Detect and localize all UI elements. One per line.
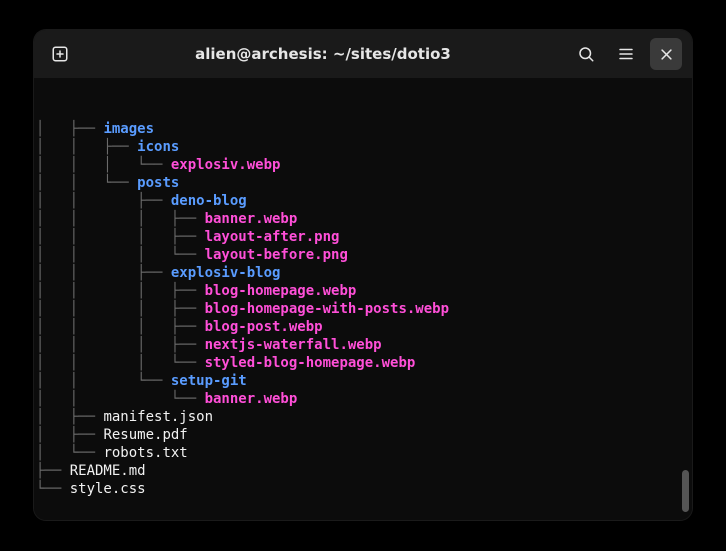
close-button[interactable]	[650, 38, 682, 70]
tree-file-name: robots.txt	[103, 444, 187, 462]
tree-dir-name: images	[103, 120, 154, 138]
tree-branch-glyph: │ │ │ ├──	[36, 300, 205, 318]
tree-line: │ │ │ └── explosiv.webp	[36, 156, 690, 174]
tree-line: │ │ │ ├── layout-after.png	[36, 228, 690, 246]
tree-branch-glyph: │ ├──	[36, 408, 103, 426]
tree-image-name: blog-homepage.webp	[205, 282, 357, 300]
tree-dir-name: setup-git	[171, 372, 247, 390]
menu-button[interactable]	[610, 38, 642, 70]
tree-branch-glyph: │ │ │ └──	[36, 246, 205, 264]
tree-branch-glyph: │ ├──	[36, 120, 103, 138]
tree-line: │ │ └── banner.webp	[36, 390, 690, 408]
tree-branch-glyph: │ │ ├──	[36, 192, 171, 210]
tree-line: │ ├── Resume.pdf	[36, 426, 690, 444]
terminal-output: │ ├── images│ │ ├── icons│ │ │ └── explo…	[34, 78, 692, 520]
tree-branch-glyph: └──	[36, 480, 70, 498]
search-icon	[577, 45, 595, 63]
new-tab-button[interactable]	[44, 38, 76, 70]
tree-branch-glyph: │ │ │ ├──	[36, 228, 205, 246]
plus-square-icon	[51, 45, 69, 63]
tree-dir-name: icons	[137, 138, 179, 156]
tree-line: │ ├── images	[36, 120, 690, 138]
tree-branch-glyph: │ ├──	[36, 426, 103, 444]
hamburger-icon	[617, 45, 635, 63]
tree-line: │ │ │ ├── blog-homepage.webp	[36, 282, 690, 300]
close-icon	[659, 47, 674, 62]
tree-file-name: README.md	[70, 462, 146, 480]
tree-line: │ │ ├── explosiv-blog	[36, 264, 690, 282]
tree-line: │ │ │ └── layout-before.png	[36, 246, 690, 264]
tree-file-name: manifest.json	[103, 408, 213, 426]
tree-branch-glyph: │ │ ├──	[36, 264, 171, 282]
tree-line: └── style.css	[36, 480, 690, 498]
titlebar: alien@archesis: ~/sites/dotio3	[34, 30, 692, 78]
tree-dir-name: posts	[137, 174, 179, 192]
tree-image-name: styled-blog-homepage.webp	[205, 354, 416, 372]
tree-branch-glyph: │ │ │ ├──	[36, 282, 205, 300]
tree-image-name: layout-before.png	[205, 246, 348, 264]
tree-branch-glyph: │ │ ├──	[36, 138, 137, 156]
tree-line: │ │ └── posts	[36, 174, 690, 192]
tree-dir-name: deno-blog	[171, 192, 247, 210]
tree-line: │ │ │ ├── blog-post.webp	[36, 318, 690, 336]
tree-file-name: Resume.pdf	[103, 426, 187, 444]
tree-line: │ │ │ ├── nextjs-waterfall.webp	[36, 336, 690, 354]
tree-line: │ ├── manifest.json	[36, 408, 690, 426]
tree-line: │ │ │ └── styled-blog-homepage.webp	[36, 354, 690, 372]
tree-line: │ └── robots.txt	[36, 444, 690, 462]
tree-file-name: style.css	[70, 480, 146, 498]
tree-image-name: explosiv.webp	[171, 156, 281, 174]
search-button[interactable]	[570, 38, 602, 70]
scrollbar-thumb[interactable]	[682, 470, 689, 512]
tree-branch-glyph: │ │ │ ├──	[36, 318, 205, 336]
tree-branch-glyph: │ └──	[36, 444, 103, 462]
tree-line: │ │ │ ├── banner.webp	[36, 210, 690, 228]
tree-line: │ │ ├── icons	[36, 138, 690, 156]
tree-branch-glyph: │ │ └──	[36, 390, 205, 408]
tree-branch-glyph: │ │ │ └──	[36, 156, 171, 174]
window-title: alien@archesis: ~/sites/dotio3	[84, 45, 562, 63]
tree-dir-name: explosiv-blog	[171, 264, 281, 282]
tree-branch-glyph: │ │ └──	[36, 174, 137, 192]
terminal-window: alien@archesis: ~/sites/dotio3 │ ├── ima…	[34, 30, 692, 520]
tree-image-name: blog-homepage-with-posts.webp	[205, 300, 449, 318]
tree-line: │ │ ├── deno-blog	[36, 192, 690, 210]
terminal-viewport[interactable]: │ ├── images│ │ ├── icons│ │ │ └── explo…	[34, 78, 692, 520]
tree-image-name: banner.webp	[205, 210, 298, 228]
tree-branch-glyph: │ │ │ ├──	[36, 210, 205, 228]
tree-branch-glyph: │ │ └──	[36, 372, 171, 390]
tree-line: │ │ │ ├── blog-homepage-with-posts.webp	[36, 300, 690, 318]
tree-image-name: layout-after.png	[205, 228, 340, 246]
tree-branch-glyph: ├──	[36, 462, 70, 480]
tree-branch-glyph: │ │ │ ├──	[36, 336, 205, 354]
tree-line: ├── README.md	[36, 462, 690, 480]
tree-branch-glyph: │ │ │ └──	[36, 354, 205, 372]
tree-image-name: nextjs-waterfall.webp	[205, 336, 382, 354]
tree-line: │ │ └── setup-git	[36, 372, 690, 390]
tree-image-name: banner.webp	[205, 390, 298, 408]
tree-image-name: blog-post.webp	[205, 318, 323, 336]
